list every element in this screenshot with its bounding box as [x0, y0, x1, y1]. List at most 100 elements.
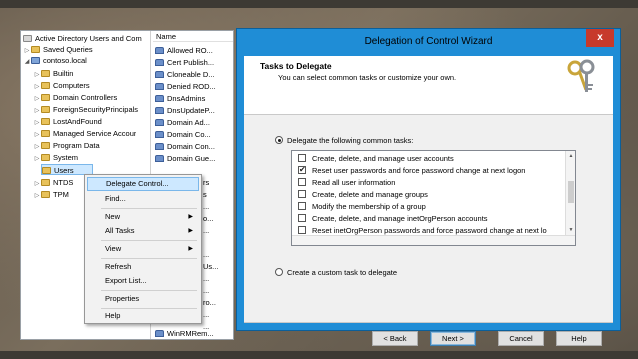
task-checkbox[interactable]	[298, 154, 306, 162]
task-item[interactable]: Read all user information	[298, 177, 395, 188]
close-button[interactable]: x	[586, 29, 614, 47]
group-icon	[155, 330, 164, 337]
background-top-strip	[0, 0, 638, 8]
expand-icon[interactable]: ▷	[33, 94, 41, 103]
cancel-button[interactable]: Cancel	[498, 331, 544, 346]
tree-item-lostandfound[interactable]: ▷ LostAndFound	[33, 116, 102, 127]
tree-item-root[interactable]: Active Directory Users and Com	[23, 33, 151, 44]
expand-icon[interactable]: ▷	[33, 70, 41, 79]
expand-icon[interactable]: ▷	[23, 46, 31, 55]
tree-item-foreign-security[interactable]: ▷ ForeignSecurityPrincipals	[33, 104, 138, 115]
tree-item-system[interactable]: ▷ System	[33, 152, 78, 163]
tree-item-program-data[interactable]: ▷ Program Data	[33, 140, 100, 151]
context-menu: Delegate Control... Find... New ▶ All Tas…	[84, 174, 202, 324]
list-item[interactable]: Domain Gue...	[155, 153, 233, 164]
expand-icon[interactable]: ▷	[33, 154, 41, 163]
task-checkbox[interactable]	[298, 178, 306, 186]
task-checkbox[interactable]	[298, 214, 306, 222]
task-item[interactable]: Reset user passwords and force password …	[298, 165, 525, 176]
expand-icon[interactable]: ▷	[33, 179, 41, 188]
menu-item-view[interactable]: View ▶	[87, 242, 199, 256]
menu-item-new[interactable]: New ▶	[87, 210, 199, 224]
expand-icon[interactable]: ▷	[33, 106, 41, 115]
page-subtitle: You can select common tasks or customize…	[278, 73, 457, 82]
menu-item-all-tasks[interactable]: All Tasks ▶	[87, 224, 199, 238]
menu-item-properties[interactable]: Properties	[87, 292, 199, 306]
menu-item-find[interactable]: Find...	[87, 192, 199, 206]
list-item[interactable]: ...	[203, 309, 233, 320]
list-item[interactable]: Us...	[203, 261, 233, 272]
folder-icon	[41, 154, 50, 161]
list-item[interactable]: Domain Con...	[155, 141, 233, 152]
tree-item-domain-controllers[interactable]: ▷ Domain Controllers	[33, 92, 118, 103]
radio-delegate-common-label[interactable]: Delegate the following common tasks:	[287, 136, 413, 145]
task-item[interactable]: Create, delete, and manage user accounts	[298, 153, 454, 164]
list-item[interactable]: o...	[203, 213, 233, 224]
tree-item-computers[interactable]: ▷ Computers	[33, 80, 90, 91]
scroll-thumb[interactable]	[568, 181, 574, 203]
tree-item-domain[interactable]: ◢ contoso.local	[23, 55, 87, 66]
list-item[interactable]: rs	[203, 177, 233, 188]
menu-item-delegate-control[interactable]: Delegate Control...	[87, 177, 199, 191]
task-item[interactable]: Modify the membership of a group	[298, 201, 426, 212]
folder-icon	[41, 118, 50, 125]
list-item[interactable]: ...	[203, 201, 233, 212]
list-item[interactable]: Domain Ad...	[155, 117, 233, 128]
radio-custom-task-label[interactable]: Create a custom task to delegate	[287, 268, 397, 277]
help-button[interactable]: Help	[556, 331, 602, 346]
scroll-down-icon[interactable]: ▼	[566, 225, 575, 235]
expand-icon[interactable]: ▷	[33, 142, 41, 151]
folder-icon	[41, 94, 50, 101]
tree-item-builtin[interactable]: ▷ Builtin	[33, 68, 74, 79]
expand-icon[interactable]: ▷	[33, 130, 41, 139]
task-item[interactable]: Create, delete, and manage inetOrgPerson…	[298, 213, 488, 224]
tree-item-ntds[interactable]: ▷ NTDS	[33, 177, 74, 188]
expand-icon[interactable]: ▷	[33, 118, 41, 127]
folder-icon	[31, 46, 40, 53]
menu-item-help[interactable]: Help	[87, 309, 199, 323]
list-item[interactable]: Cloneable D...	[155, 69, 233, 80]
list-item[interactable]: ...	[203, 285, 233, 296]
tree-item-tpm[interactable]: ▷ TPM	[33, 189, 69, 200]
group-icon	[155, 119, 164, 126]
expand-icon[interactable]: ▷	[33, 82, 41, 91]
menu-item-refresh[interactable]: Refresh	[87, 260, 199, 274]
window-title[interactable]: Delegation of Control Wizard	[237, 29, 620, 55]
tree-item-saved-queries[interactable]: ▷ Saved Queries	[23, 44, 93, 55]
background-bottom-strip	[0, 351, 638, 359]
tree-item-managed-service[interactable]: ▷ Managed Service Accour	[33, 128, 137, 139]
scroll-up-icon[interactable]: ▲	[566, 151, 575, 161]
list-item[interactable]: DnsAdmins	[155, 93, 233, 104]
list-item[interactable]: Domain Co...	[155, 129, 233, 140]
folder-icon	[41, 70, 50, 77]
task-checkbox[interactable]	[298, 202, 306, 210]
collapse-icon[interactable]: ◢	[23, 57, 31, 66]
task-checkbox[interactable]	[298, 226, 306, 234]
list-item[interactable]: ...	[203, 273, 233, 284]
folder-icon	[41, 106, 50, 113]
list-item[interactable]: ...	[203, 225, 233, 236]
back-button[interactable]: < Back	[372, 331, 418, 346]
list-item[interactable]: WinRMRem...	[155, 328, 233, 339]
menu-item-export-list[interactable]: Export List...	[87, 274, 199, 288]
radio-delegate-common[interactable]	[275, 136, 283, 144]
expand-icon[interactable]: ▷	[33, 191, 41, 200]
group-icon	[155, 155, 164, 162]
horizontal-scrollbar[interactable]	[292, 235, 575, 245]
list-item[interactable]: DnsUpdateP...	[155, 105, 233, 116]
vertical-scrollbar[interactable]: ▲ ▼	[565, 151, 575, 245]
delegation-wizard-window: Delegation of Control Wizard x Tasks to …	[236, 28, 621, 346]
task-item[interactable]: Create, delete and manage groups	[298, 189, 428, 200]
list-item[interactable]: s	[203, 189, 233, 200]
next-button[interactable]: Next >	[430, 331, 476, 346]
radio-custom-task[interactable]	[275, 268, 283, 276]
task-checkbox[interactable]	[298, 165, 306, 175]
menu-separator	[101, 290, 197, 291]
list-item[interactable]: Cert Publish...	[155, 57, 233, 68]
list-item[interactable]: ro...	[203, 297, 233, 308]
list-item[interactable]: Allowed RO...	[155, 45, 233, 56]
column-header-name[interactable]: Name	[153, 31, 233, 42]
list-item[interactable]: Denied ROD...	[155, 81, 233, 92]
list-item[interactable]: ...	[203, 249, 233, 260]
task-checkbox[interactable]	[298, 190, 306, 198]
